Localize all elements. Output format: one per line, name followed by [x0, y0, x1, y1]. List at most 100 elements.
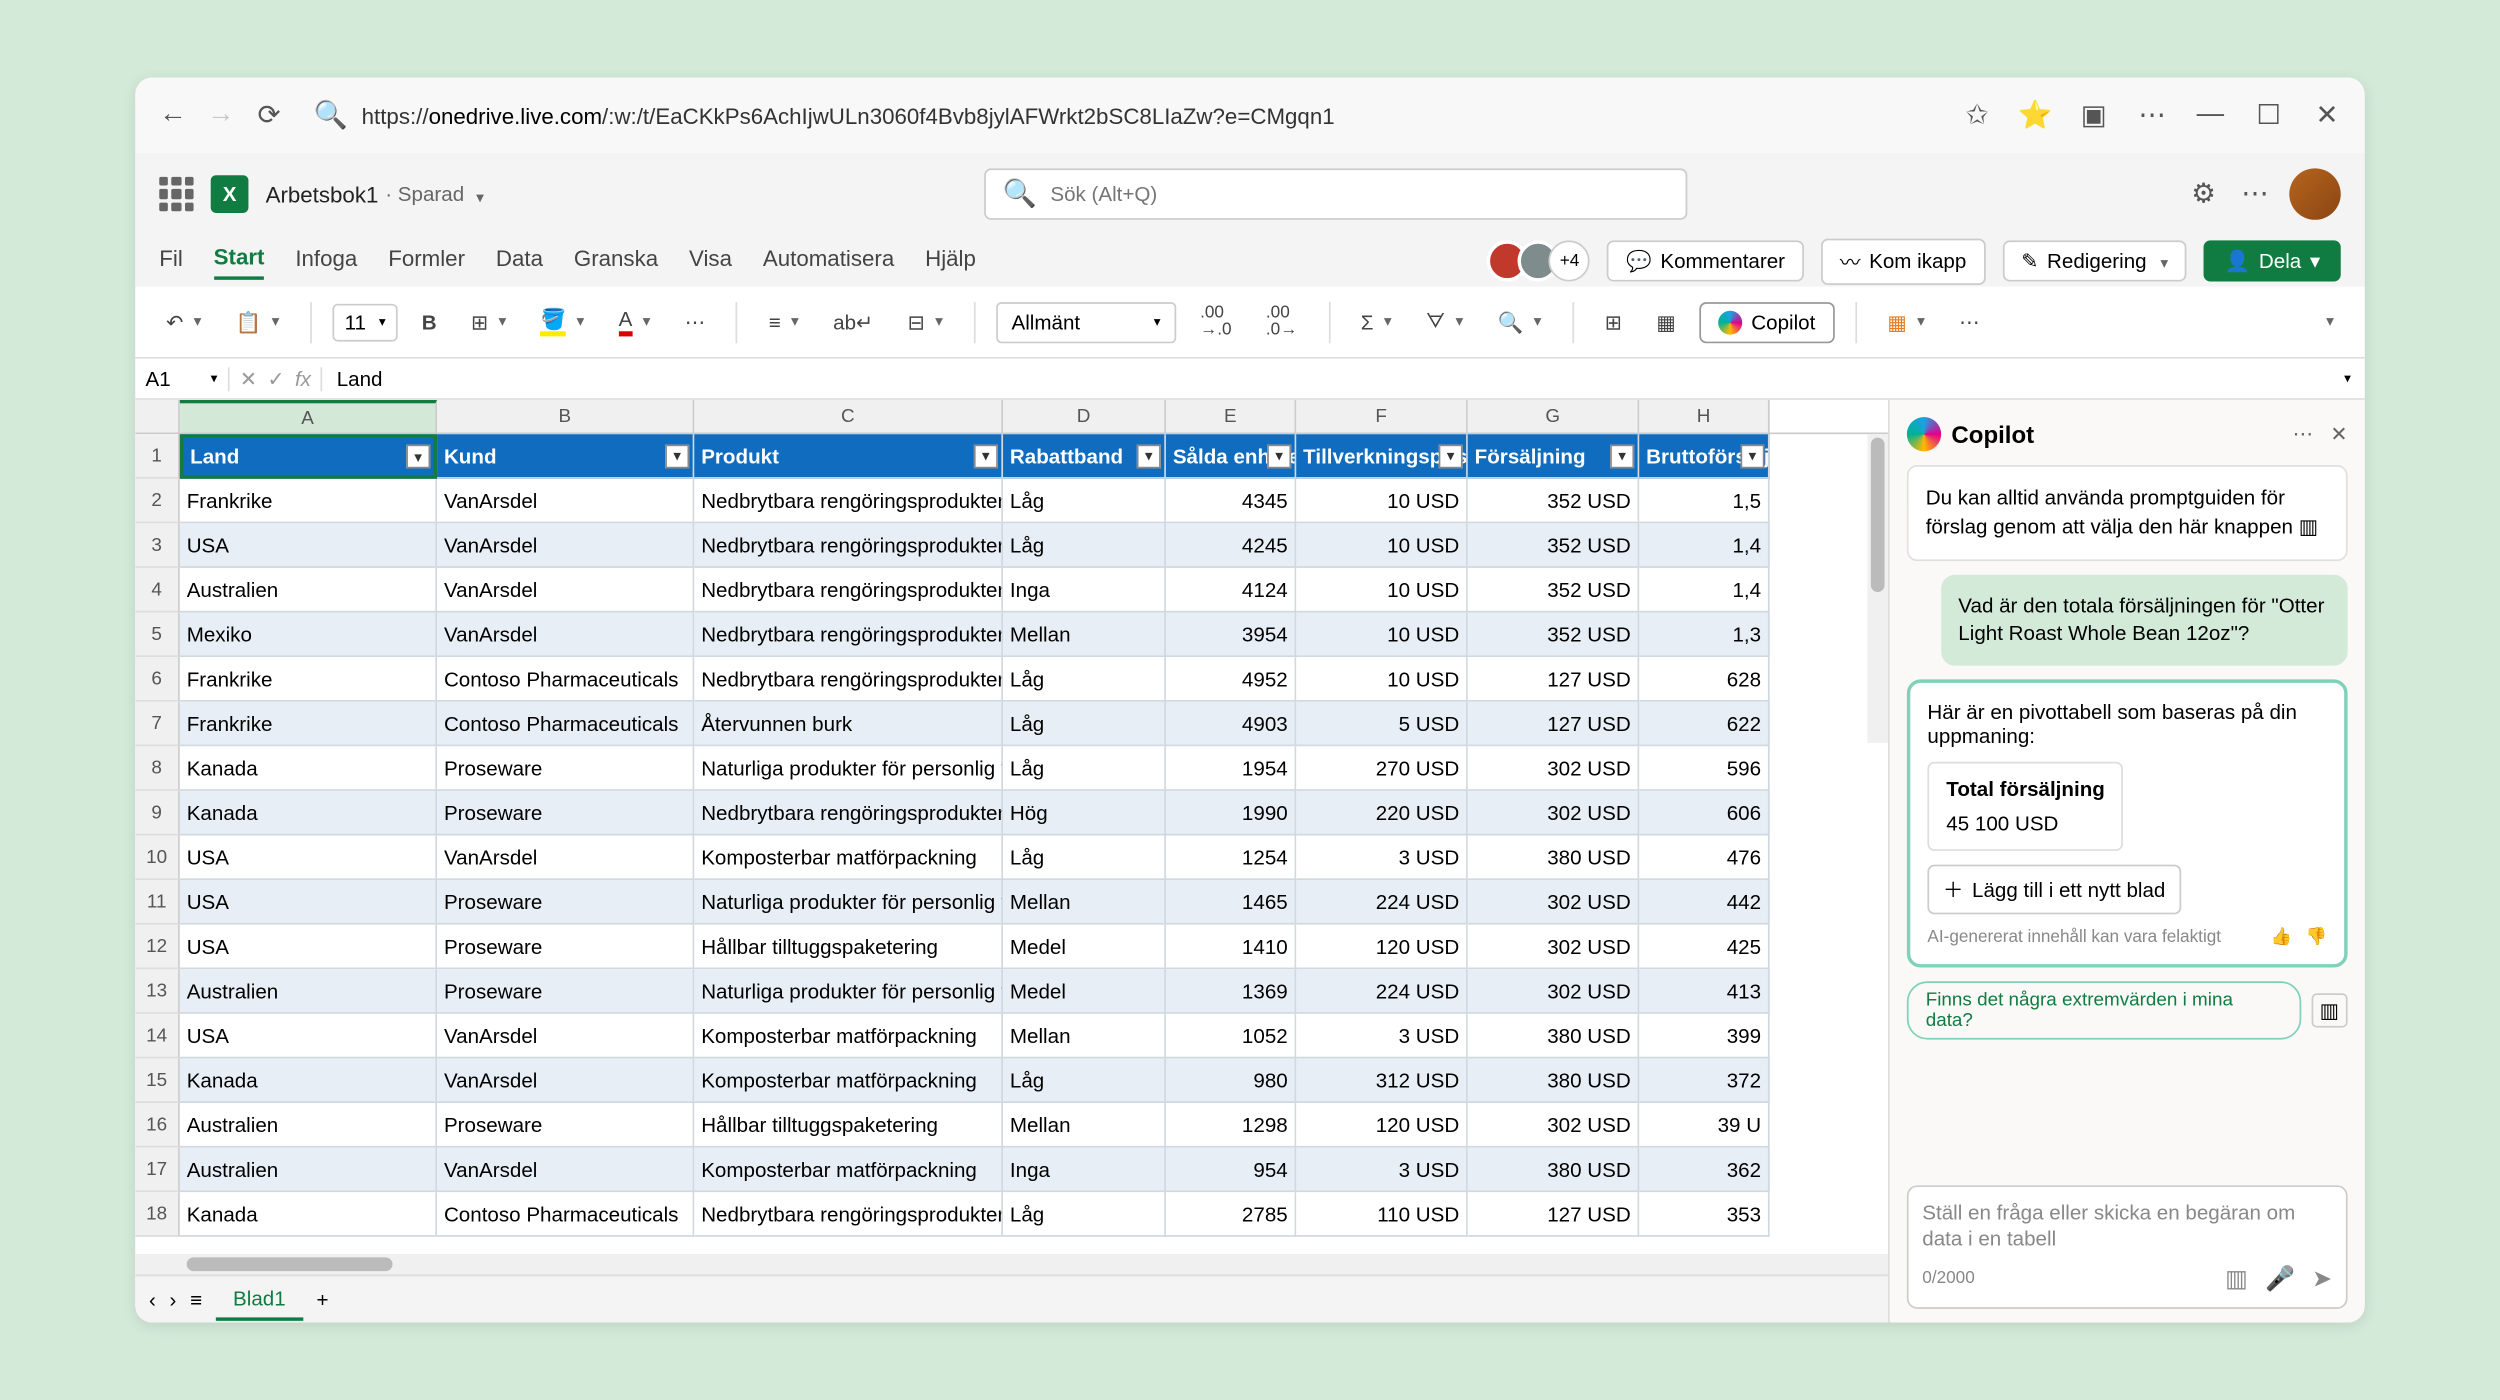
- format-table-button[interactable]: ▦: [1877, 303, 1935, 341]
- table-cell[interactable]: 312 USD: [1296, 1058, 1468, 1103]
- table-cell[interactable]: 302 USD: [1468, 746, 1640, 791]
- table-cell[interactable]: 352 USD: [1468, 613, 1640, 658]
- table-cell[interactable]: Komposterbar matförpackning: [694, 835, 1003, 880]
- collections-icon[interactable]: ▣: [2077, 98, 2111, 132]
- table-cell[interactable]: USA: [180, 1014, 437, 1059]
- table-cell[interactable]: Nedbrytbara rengöringsprodukter: [694, 613, 1003, 658]
- table-cell[interactable]: 302 USD: [1468, 969, 1640, 1014]
- table-cell[interactable]: Hållbar tilltuggspaketering: [694, 925, 1003, 970]
- add-sheet-icon[interactable]: +: [317, 1287, 329, 1311]
- table-cell[interactable]: USA: [180, 880, 437, 925]
- mic-icon[interactable]: 🎤: [2265, 1264, 2295, 1293]
- fx-icon[interactable]: fx: [295, 366, 311, 390]
- table-cell[interactable]: Kanada: [180, 1192, 437, 1237]
- table-cell[interactable]: Låg: [1003, 1058, 1166, 1103]
- table-cell[interactable]: 1465: [1166, 880, 1296, 925]
- table-cell[interactable]: 380 USD: [1468, 1148, 1640, 1193]
- col-header[interactable]: A: [180, 400, 437, 433]
- font-color-button[interactable]: A: [608, 300, 660, 343]
- table-header-cell[interactable]: Land▾: [180, 434, 437, 479]
- col-header[interactable]: B: [437, 400, 694, 433]
- table-cell[interactable]: Naturliga produkter för personlig vård: [694, 746, 1003, 791]
- paste-button[interactable]: 📋: [225, 303, 289, 341]
- table-cell[interactable]: USA: [180, 925, 437, 970]
- table-cell[interactable]: 224 USD: [1296, 880, 1468, 925]
- table-cell[interactable]: 4124: [1166, 568, 1296, 613]
- find-button[interactable]: 🔍: [1487, 303, 1551, 341]
- table-cell[interactable]: 10 USD: [1296, 657, 1468, 702]
- table-cell[interactable]: Contoso Pharmaceuticals: [437, 1192, 694, 1237]
- copilot-button[interactable]: Copilot: [1700, 301, 1834, 342]
- table-cell[interactable]: 127 USD: [1468, 1192, 1640, 1237]
- table-cell[interactable]: 270 USD: [1296, 746, 1468, 791]
- row-header[interactable]: 15: [135, 1058, 180, 1103]
- app-launcher-icon[interactable]: [159, 177, 193, 211]
- pivottable-button[interactable]: ⊞: [1595, 303, 1633, 341]
- editing-button[interactable]: ✎ Redigering: [2002, 240, 2187, 281]
- document-title[interactable]: Arbetsbok1 · Sparad: [266, 181, 484, 207]
- row-header[interactable]: 8: [135, 746, 180, 791]
- table-cell[interactable]: Återvunnen burk: [694, 702, 1003, 747]
- number-format-select[interactable]: Allmänt▾: [996, 301, 1176, 342]
- table-cell[interactable]: VanArsdel: [437, 568, 694, 613]
- table-cell[interactable]: 352 USD: [1468, 568, 1640, 613]
- table-cell[interactable]: 120 USD: [1296, 1103, 1468, 1148]
- tab-fil[interactable]: Fil: [159, 245, 183, 278]
- table-cell[interactable]: VanArsdel: [437, 1058, 694, 1103]
- table-cell[interactable]: 1,5: [1639, 479, 1769, 524]
- row-header[interactable]: 4: [135, 568, 180, 613]
- row-header[interactable]: 14: [135, 1014, 180, 1059]
- table-cell[interactable]: Hållbar tilltuggspaketering: [694, 1103, 1003, 1148]
- borders-button[interactable]: ⊞: [461, 303, 517, 341]
- undo-button[interactable]: ↶: [156, 303, 212, 341]
- comments-button[interactable]: 💬 Kommentarer: [1607, 240, 1804, 281]
- more-icon[interactable]: ⋯: [2238, 177, 2272, 211]
- row-header[interactable]: 3: [135, 523, 180, 568]
- table-header-cell[interactable]: Rabattband▾: [1003, 434, 1166, 479]
- table-cell[interactable]: 425: [1639, 925, 1769, 970]
- row-header[interactable]: 9: [135, 791, 180, 836]
- font-size-input[interactable]: 11▾: [333, 303, 398, 341]
- table-cell[interactable]: VanArsdel: [437, 613, 694, 658]
- row-header[interactable]: 7: [135, 702, 180, 747]
- merge-button[interactable]: ⊟: [897, 303, 953, 341]
- table-cell[interactable]: 4245: [1166, 523, 1296, 568]
- select-all-corner[interactable]: [135, 400, 180, 433]
- name-box[interactable]: A1▾: [135, 366, 229, 390]
- table-cell[interactable]: Komposterbar matförpackning: [694, 1014, 1003, 1059]
- table-header-cell[interactable]: Bruttoförsäljning▾: [1639, 434, 1769, 479]
- table-cell[interactable]: 413: [1639, 969, 1769, 1014]
- table-cell[interactable]: Proseware: [437, 880, 694, 925]
- table-cell[interactable]: Australien: [180, 1103, 437, 1148]
- back-icon[interactable]: ←: [156, 98, 190, 132]
- table-cell[interactable]: Låg: [1003, 746, 1166, 791]
- table-cell[interactable]: 5 USD: [1296, 702, 1468, 747]
- table-cell[interactable]: VanArsdel: [437, 479, 694, 524]
- table-cell[interactable]: 302 USD: [1468, 1103, 1640, 1148]
- add-to-sheet-button[interactable]: ＋ Lägg till i ett nytt blad: [1927, 865, 2180, 915]
- col-header[interactable]: G: [1468, 400, 1640, 433]
- filter-icon[interactable]: ▾: [406, 444, 430, 468]
- col-header[interactable]: F: [1296, 400, 1468, 433]
- more-icon[interactable]: ⋯: [2293, 422, 2314, 446]
- sheet-tab[interactable]: Blad1: [216, 1279, 303, 1320]
- table-cell[interactable]: 1369: [1166, 969, 1296, 1014]
- row-header[interactable]: 11: [135, 880, 180, 925]
- table-cell[interactable]: 4345: [1166, 479, 1296, 524]
- tab-formler[interactable]: Formler: [388, 245, 465, 278]
- table-cell[interactable]: Nedbrytbara rengöringsprodukter: [694, 1192, 1003, 1237]
- settings-icon[interactable]: ⚙: [2186, 177, 2220, 211]
- table-cell[interactable]: Australien: [180, 568, 437, 613]
- ribbon-collapse-icon[interactable]: [2311, 306, 2344, 339]
- table-cell[interactable]: 3 USD: [1296, 1148, 1468, 1193]
- table-cell[interactable]: Låg: [1003, 657, 1166, 702]
- table-header-cell[interactable]: Försäljning▾: [1468, 434, 1640, 479]
- all-sheets-icon[interactable]: ≡: [190, 1287, 202, 1311]
- table-cell[interactable]: Komposterbar matförpackning: [694, 1058, 1003, 1103]
- row-header[interactable]: 6: [135, 657, 180, 702]
- table-cell[interactable]: Mellan: [1003, 1103, 1166, 1148]
- table-cell[interactable]: 442: [1639, 880, 1769, 925]
- table-cell[interactable]: Kanada: [180, 746, 437, 791]
- table-cell[interactable]: 10 USD: [1296, 613, 1468, 658]
- table-cell[interactable]: 1,3: [1639, 613, 1769, 658]
